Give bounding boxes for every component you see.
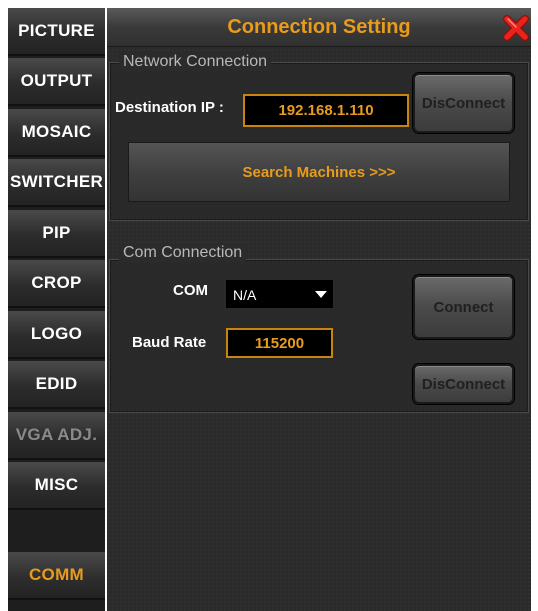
sidebar-item-mosaic[interactable]: MOSAIC bbox=[8, 109, 105, 157]
search-machines-label: Search Machines >>> bbox=[242, 163, 396, 181]
baud-rate-value: 115200 bbox=[254, 334, 305, 352]
network-disconnect-label: DisConnect bbox=[421, 94, 506, 112]
sidebar-item-label: EDID bbox=[35, 374, 78, 393]
title-bar: Connection Setting bbox=[107, 8, 531, 47]
connection-setting-panel: Connection Setting Network Connection De… bbox=[107, 8, 531, 611]
com-port-value: N/A bbox=[233, 287, 257, 303]
destination-ip-value: 192.168.1.110 bbox=[278, 102, 374, 119]
com-label: COM bbox=[173, 282, 208, 299]
sidebar-item-switcher[interactable]: SWITCHER bbox=[8, 159, 105, 207]
sidebar-item-vga-adj[interactable]: VGA ADJ. bbox=[8, 412, 105, 460]
sidebar-item-label: LOGO bbox=[30, 324, 83, 343]
sidebar-item-crop[interactable]: CROP bbox=[8, 260, 105, 308]
sidebar-item-logo[interactable]: LOGO bbox=[8, 311, 105, 359]
com-connection-legend: Com Connection bbox=[119, 244, 247, 262]
sidebar-item-pip[interactable]: PIP bbox=[8, 210, 105, 258]
destination-ip-label: Destination IP : bbox=[115, 99, 224, 116]
network-connection-legend: Network Connection bbox=[119, 53, 272, 71]
com-disconnect-label: DisConnect bbox=[421, 375, 506, 393]
baud-rate-field[interactable]: 115200 bbox=[226, 328, 333, 358]
sidebar-item-label: VGA ADJ. bbox=[15, 425, 98, 444]
sidebar-item-comm[interactable]: COMM bbox=[8, 552, 105, 600]
search-machines-button[interactable]: Search Machines >>> bbox=[128, 142, 510, 202]
sidebar-item-label: SWITCHER bbox=[9, 172, 104, 191]
sidebar-item-picture[interactable]: PICTURE bbox=[8, 8, 105, 56]
sidebar-item-label: OUTPUT bbox=[20, 71, 93, 90]
chevron-down-icon bbox=[315, 291, 327, 298]
sidebar-item-label: COMM bbox=[28, 565, 85, 584]
close-x-icon[interactable] bbox=[502, 14, 530, 42]
sidebar-item-output[interactable]: OUTPUT bbox=[8, 58, 105, 106]
com-disconnect-button[interactable]: DisConnect bbox=[413, 364, 514, 404]
sidebar-item-label: CROP bbox=[31, 273, 82, 292]
com-connect-button[interactable]: Connect bbox=[413, 275, 514, 339]
sidebar-item-label: MISC bbox=[34, 475, 79, 494]
network-disconnect-button[interactable]: DisConnect bbox=[413, 73, 514, 133]
com-port-select[interactable]: N/A bbox=[226, 280, 333, 308]
sidebar-item-label: PICTURE bbox=[18, 21, 95, 40]
sidebar-item-label: MOSAIC bbox=[21, 122, 92, 141]
sidebar: PICTURE OUTPUT MOSAIC SWITCHER PIP CROP … bbox=[8, 8, 105, 611]
sidebar-item-misc[interactable]: MISC bbox=[8, 462, 105, 510]
window-title: Connection Setting bbox=[227, 15, 411, 38]
sidebar-item-label: PIP bbox=[42, 223, 71, 242]
destination-ip-field[interactable]: 192.168.1.110 bbox=[243, 94, 409, 127]
sidebar-item-edid[interactable]: EDID bbox=[8, 361, 105, 409]
baud-rate-label: Baud Rate bbox=[132, 334, 207, 351]
com-connect-label: Connect bbox=[433, 298, 494, 316]
